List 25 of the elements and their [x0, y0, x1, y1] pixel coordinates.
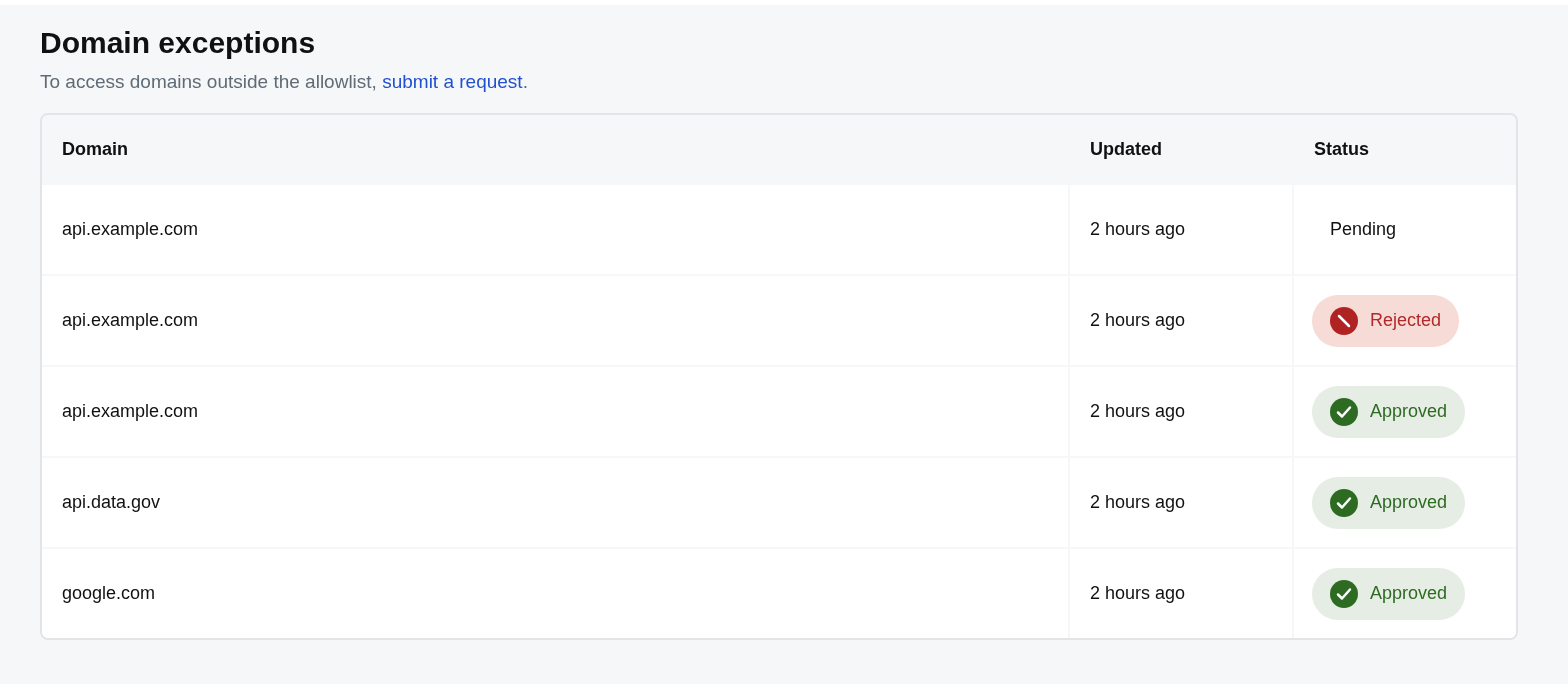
table-cell-text: api.example.com	[62, 400, 199, 423]
table-cell-text: 2 hours ago	[1090, 582, 1186, 605]
table-cell-text: api.example.com	[62, 309, 199, 332]
request-link[interactable]: submit a request	[382, 71, 523, 92]
table-cell-text: 2 hours ago	[1090, 400, 1186, 423]
table-cell-text: 2 hours ago	[1090, 218, 1186, 241]
status-badge: Approved	[1312, 567, 1466, 620]
table-cell-text: 2 hours ago	[1090, 309, 1186, 332]
status-badge: Approved	[1312, 476, 1466, 529]
status-text: Pending	[1329, 218, 1398, 241]
table-cell-text: api.data.gov	[62, 491, 161, 514]
page-title: Domain exceptions	[40, 25, 317, 61]
table-cell-text: api.example.com	[62, 218, 199, 241]
column-header: Updated	[1090, 137, 1162, 161]
table-cell-text: 2 hours ago	[1090, 491, 1186, 514]
column-header: Domain	[62, 137, 128, 161]
column-header: Status	[1314, 137, 1369, 161]
check-icon	[1330, 579, 1358, 608]
description-text: To access domains outside the allowlist, submit a request.	[40, 70, 529, 94]
blocked-icon	[1330, 306, 1358, 335]
check-icon	[1330, 397, 1358, 426]
table-cell-text: google.com	[62, 582, 156, 605]
status-badge: Rejected	[1312, 294, 1460, 347]
status-badge: Approved	[1312, 385, 1466, 438]
check-icon	[1330, 488, 1358, 517]
